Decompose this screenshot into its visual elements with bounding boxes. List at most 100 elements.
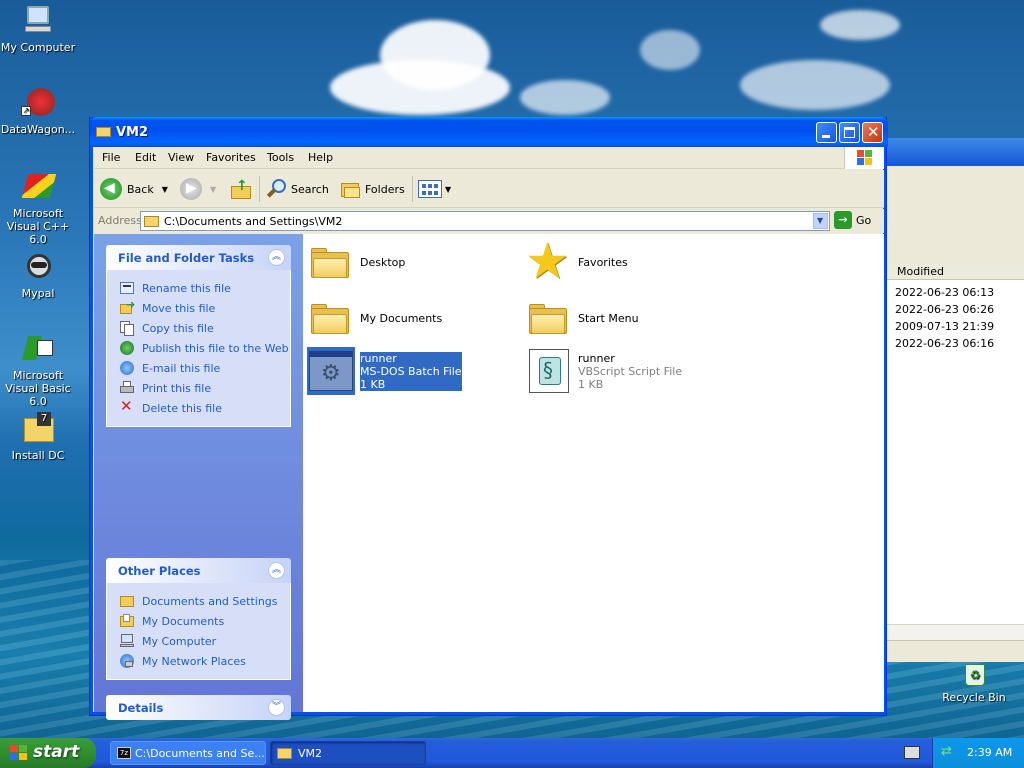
close-button[interactable]: ✕ [862,122,883,143]
menu-view[interactable]: View [168,151,194,164]
cloud [330,60,510,115]
place-my-documents[interactable]: My Documents [119,611,290,631]
task-copy[interactable]: Copy this file [119,318,290,338]
task-publish-web[interactable]: Publish this file to the Web [119,338,290,358]
menu-favorites[interactable]: Favorites [206,151,256,164]
list-item-modified[interactable]: 2022-06-23 06:26 [895,303,994,316]
address-dropdown[interactable]: ▼ [813,213,828,229]
desktop-icon-install-dc[interactable]: 7 Install DC [0,412,78,462]
visual-basic-icon [21,332,55,366]
menu-tools[interactable]: Tools [267,151,294,164]
address-field[interactable]: C:\Documents and Settings\VM2 ▼ [140,211,830,231]
batch-file-icon: ⚙ [307,347,355,395]
place-my-network-places[interactable]: My Network Places [119,651,290,671]
close-icon: ✕ [867,123,880,141]
column-header-modified[interactable]: Modified [887,262,1024,280]
views-button[interactable]: ▼ [418,177,451,201]
menu-help[interactable]: Help [308,151,333,164]
background-explorer-window[interactable]: Modified 2022-06-23 06:13 2022-06-23 06:… [886,138,1024,662]
desktop-icon-label: Recycle Bin [942,691,1006,704]
folder-icon [144,215,159,227]
file-item-runner-bat[interactable]: ⚙ runner MS-DOS Batch File 1 KB [307,347,462,395]
task-rename[interactable]: Rename this file [119,278,290,298]
task-label: Move this file [142,301,216,315]
search-button[interactable]: Search [266,177,329,201]
taskbar-item-vm2[interactable]: VM2 [270,741,426,765]
panel-header[interactable]: Details ︾ [106,695,291,720]
task-label: Copy this file [142,321,214,335]
window-titlebar[interactable]: VM2 ✕ [90,117,888,147]
task-move[interactable]: ➜ Move this file [119,298,290,318]
desktop-icon-my-computer[interactable]: My Computer [0,4,78,54]
menu-edit[interactable]: Edit [135,151,156,164]
file-item-runner-vbs[interactable]: § runner VBScript Script File 1 KB [525,347,682,395]
minimize-button[interactable] [816,122,837,143]
status-bar [887,640,1024,662]
folder-item-favorites[interactable]: ★ Favorites [525,232,628,290]
start-button[interactable]: start [0,738,96,768]
place-my-computer[interactable]: My Computer [119,631,290,651]
file-list-view[interactable]: Desktop ★ Favorites My Documents Start M… [303,232,884,712]
panel-title: Other Places [118,564,201,578]
item-name: My Documents [360,311,443,325]
keyboard-icon[interactable] [904,746,920,759]
taskbar-item-cmd[interactable]: 7z C:\Documents and Se... [110,741,266,765]
desktop-icon-mypal[interactable]: Mypal [0,250,78,300]
folders-icon [340,178,362,200]
details-panel: Details ︾ [106,695,291,720]
rename-icon [119,280,135,296]
folder-item-start-menu[interactable]: Start Menu [525,294,639,342]
explorer-window[interactable]: VM2 ✕ File Edit View Favorites Tools Hel… [89,117,888,720]
delete-icon: ✕ [120,397,133,415]
background-window-titlebar[interactable] [887,138,1024,166]
horizontal-scrollbar[interactable] [887,624,1024,640]
maximize-button[interactable] [839,122,860,143]
folder-item-desktop[interactable]: Desktop [307,238,405,286]
desktop-icon-label: Mypal [21,287,55,300]
place-label: My Computer [142,634,217,648]
desktop-icon-recycle-bin[interactable]: ♻ Recycle Bin [934,664,1014,704]
chevron-down-icon[interactable]: ▼ [445,185,451,194]
chevron-down-icon[interactable]: ▼ [210,185,216,194]
list-item-modified[interactable]: 2022-06-23 06:13 [895,286,994,299]
go-button[interactable]: → Go [834,211,871,229]
task-delete[interactable]: ✕ Delete this file [119,397,290,418]
network-status-icon[interactable]: ⇄ [941,744,952,759]
computer-icon [119,633,135,649]
place-label: My Network Places [142,654,246,668]
back-label: Back [127,182,154,196]
cloud [740,60,890,110]
panel-header[interactable]: File and Folder Tasks ︽ [106,245,291,270]
folders-label: Folders [365,182,405,196]
list-item-modified[interactable]: 2022-06-23 06:16 [895,337,994,350]
panel-header[interactable]: Other Places ︽ [106,558,291,583]
item-details: runner MS-DOS Batch File 1 KB [360,351,462,391]
address-value: C:\Documents and Settings\VM2 [164,215,343,228]
menu-file[interactable]: File [102,151,120,164]
list-item-modified[interactable]: 2009-07-13 21:39 [895,320,994,333]
desktop-icon-visual-basic[interactable]: Microsoft Visual Basic 6.0 [0,332,78,408]
folder-item-my-documents[interactable]: My Documents [307,294,442,342]
go-arrow-icon: → [834,211,852,229]
back-button[interactable]: ◀ Back ▼ [100,177,168,201]
desktop-icon-datawagon[interactable]: ↗ DataWagon... [0,86,78,136]
expand-icon[interactable]: ︾ [268,699,285,716]
chevron-down-icon[interactable]: ▼ [162,185,168,194]
desktop-icon-visual-cpp[interactable]: Microsoft Visual C++ 6.0 [0,170,78,246]
star-icon: ★ [525,232,570,290]
task-print[interactable]: Print this file [119,378,290,398]
clock[interactable]: 2:39 AM [967,746,1012,759]
collapse-icon[interactable]: ︽ [268,562,285,579]
up-folder-button[interactable]: ↑ [230,177,252,201]
forward-button[interactable]: ▶ ▼ [180,177,216,201]
folder-icon [119,593,135,609]
item-name: runner [360,351,397,365]
datawagon-icon: ↗ [21,86,55,120]
task-email[interactable]: E-mail this file [119,358,290,378]
console-icon: 7z [117,747,131,759]
folders-button[interactable]: Folders [340,177,405,201]
place-label: Documents and Settings [142,594,278,608]
collapse-icon[interactable]: ︽ [268,249,285,266]
go-label: Go [856,213,872,227]
place-documents-and-settings[interactable]: Documents and Settings [119,591,290,611]
